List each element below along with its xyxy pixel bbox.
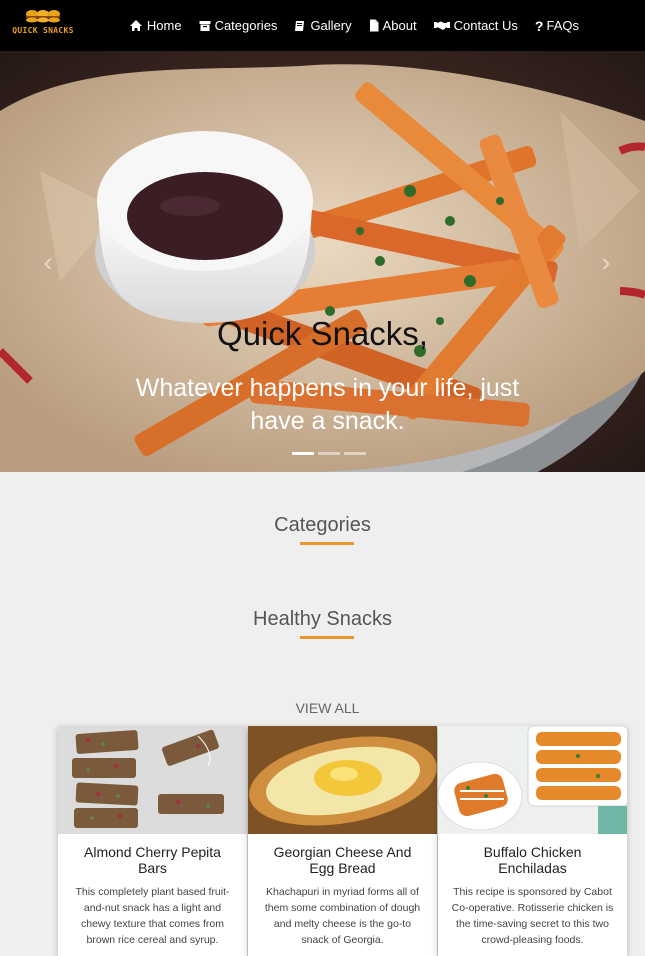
- carousel-indicator-3[interactable]: [344, 452, 366, 455]
- book-icon: [295, 20, 305, 31]
- nav-item-faqs[interactable]: ? FAQs: [535, 18, 579, 34]
- view-all-link[interactable]: VIEW ALL: [0, 700, 645, 716]
- brand-name: QUICK SNACKS: [12, 26, 74, 35]
- card-description: Khachapuri in myriad forms all of them s…: [264, 886, 421, 946]
- home-icon: [129, 20, 142, 31]
- file-icon: [369, 19, 379, 32]
- snack-card[interactable]: Almond Cherry Pepita Bars This completel…: [58, 726, 247, 956]
- hero-carousel: ‹ › Quick Snacks, Whatever happens in yo…: [0, 51, 645, 472]
- healthy-snacks-underline: [300, 636, 354, 639]
- main-menu: Home Categories Gallery About Contact Us…: [129, 0, 645, 51]
- nav-label-faqs: FAQs: [546, 18, 579, 33]
- snack-card[interactable]: Buffalo Chicken Enchiladas This recipe i…: [438, 726, 627, 956]
- carousel-next-button[interactable]: ›: [594, 247, 618, 277]
- snack-card[interactable]: Georgian Cheese And Egg Bread Khachapuri…: [248, 726, 437, 956]
- enchiladas-image: [438, 726, 627, 834]
- carousel-prev-button[interactable]: ‹: [36, 247, 60, 277]
- card-title: Almond Cherry Pepita Bars: [84, 844, 221, 876]
- cheese-bread-image: [248, 726, 437, 834]
- question-icon: ?: [534, 17, 544, 34]
- card-title: Georgian Cheese And Egg Bread: [273, 844, 412, 876]
- card-title: Buffalo Chicken Enchiladas: [483, 844, 582, 876]
- nav-item-categories[interactable]: Categories: [199, 18, 278, 33]
- nav-label-contact: Contact Us: [453, 18, 518, 33]
- nav-item-home[interactable]: Home: [129, 18, 182, 33]
- nav-item-about[interactable]: About: [369, 18, 417, 33]
- handshake-icon: [433, 21, 450, 30]
- nav-label-categories: Categories: [214, 18, 278, 33]
- navbar: QUICK SNACKS Home Categories Gallery Abo…: [0, 0, 645, 51]
- nav-label-home: Home: [146, 18, 182, 33]
- snack-cards: Almond Cherry Pepita Bars This completel…: [58, 726, 630, 956]
- burgers-logo-icon: [26, 10, 60, 23]
- categories-underline: [300, 542, 354, 545]
- healthy-snacks-heading: Healthy Snacks: [253, 608, 392, 630]
- almond-bars-image: [58, 726, 247, 834]
- nav-label-about: About: [382, 18, 417, 33]
- hero-title: Quick Snacks,: [217, 315, 428, 352]
- card-description: This completely plant based fruit-and-nu…: [75, 886, 230, 946]
- box-icon: [199, 20, 211, 31]
- brand-logo[interactable]: QUICK SNACKS: [11, 9, 75, 39]
- nav-item-gallery[interactable]: Gallery: [294, 18, 352, 33]
- nav-item-contact[interactable]: Contact Us: [433, 18, 518, 33]
- hero-subtitle: Whatever happens in your life, just have…: [135, 374, 520, 435]
- carousel-indicators: [292, 452, 366, 455]
- categories-heading: Categories: [274, 514, 371, 536]
- card-description: This recipe is sponsored by Cabot Co-ope…: [451, 886, 614, 946]
- carousel-indicator-2[interactable]: [318, 452, 340, 455]
- carousel-indicator-1[interactable]: [292, 452, 314, 455]
- nav-label-gallery: Gallery: [310, 18, 352, 33]
